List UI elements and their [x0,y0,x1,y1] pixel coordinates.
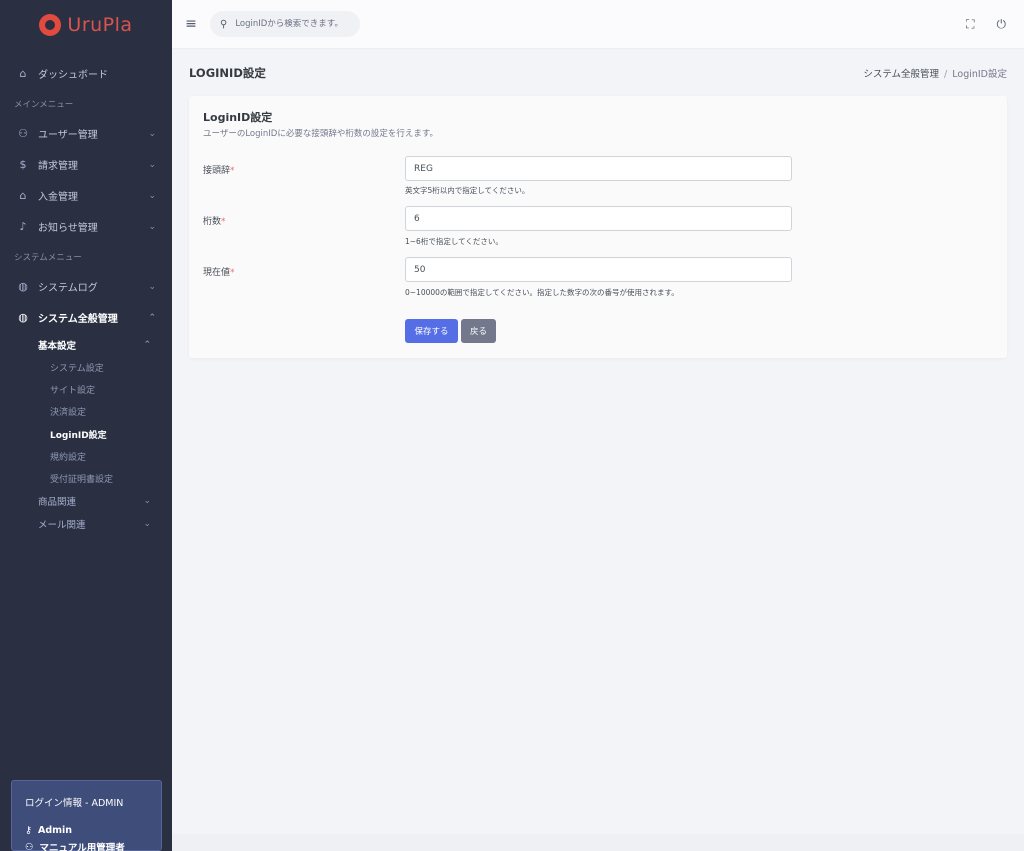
required-mark: * [221,217,226,227]
sidebar-item-payments[interactable]: ⌂ 入金管理 ⌄ [0,180,172,211]
power-icon[interactable]: ⏻ [997,17,1007,32]
bell-icon: ♪ [19,220,27,233]
digits-label: 桁数* [203,217,226,227]
brand-logo[interactable]: UruPla [0,0,172,50]
card-description: ユーザーのLoginIDに必要な接頭辞や桁数の設定を行えます。 [203,129,438,139]
sidebar-item-system-general[interactable]: ◍ システム全般管理 ⌃ [0,302,172,333]
cloud-logo-icon [39,14,62,36]
brand-name: UruPla [67,14,133,36]
sidebar-item-loginid-settings[interactable]: LoginID設定 [0,423,172,445]
home-icon: ⌂ [19,67,27,80]
login-info-title: ログイン情報 - ADMIN [25,798,124,809]
main-menu-heading: メインメニュー [14,99,74,110]
chevron-up-icon: ⌃ [148,312,156,323]
sidebar-item-notices[interactable]: ♪ お知らせ管理 ⌄ [0,211,172,242]
users-icon: ⚇ [25,841,34,851]
bank-icon: ⌂ [19,189,27,202]
login-info-panel: ログイン情報 - ADMIN ⚷ Admin ⚇ マニュアル用管理者 [11,780,162,851]
sidebar-item-terms-settings[interactable]: 規約設定 [0,445,172,467]
breadcrumb: システム全般管理 / LoginID設定 [863,66,1007,80]
sidebar-item-system-log[interactable]: ◍ システムログ ⌄ [0,271,172,302]
breadcrumb-parent[interactable]: システム全般管理 [863,69,939,80]
current-value-label: 現在値* [203,268,235,278]
required-mark: * [230,268,235,278]
sidebar-item-users[interactable]: ⚇ ユーザー管理 ⌄ [0,118,172,149]
sidebar-item-certificate-settings[interactable]: 受付証明書設定 [0,467,172,489]
loginid-settings-card: LoginID設定 ユーザーのLoginIDに必要な接頭辞や桁数の設定を行えます… [189,96,1007,358]
prefix-label: 接頭辞* [203,166,235,176]
sidebar: UruPla ⌂ ダッシュボード メインメニュー ⚇ ユーザー管理 ⌄ $ 請求… [0,0,172,851]
chevron-down-icon: ⌄ [148,221,156,232]
breadcrumb-separator: / [944,69,948,80]
chevron-down-icon: ⌄ [148,281,156,292]
search-input[interactable] [235,19,346,29]
sidebar-item-dashboard[interactable]: ⌂ ダッシュボード [0,58,172,89]
digits-help: 1~6桁で指定してください。 [405,237,503,246]
digits-input[interactable] [405,206,792,231]
back-button[interactable]: 戻る [461,319,496,343]
sidebar-item-payment-settings[interactable]: 決済設定 [0,401,172,423]
page-title: LOGINID設定 [189,66,266,80]
user-icon: ⚇ [18,127,28,140]
search-bar[interactable]: ⚲ [210,11,360,37]
chevron-down-icon: ⌄ [143,519,151,530]
system-menu-heading: システムメニュー [14,252,82,263]
current-value-help: 0~10000の範囲で指定してください。指定した数字の次の番号が使用されます。 [405,288,679,297]
chevron-down-icon: ⌄ [148,128,156,139]
footer [172,834,1024,851]
prefix-input[interactable] [405,156,792,181]
dollar-icon: $ [19,158,27,171]
hamburger-menu-icon[interactable]: ≡ [172,0,210,48]
globe-icon: ◍ [18,280,28,293]
breadcrumb-current: LoginID設定 [952,69,1007,80]
card-title: LoginID設定 [203,111,273,124]
chevron-down-icon: ⌄ [148,159,156,170]
search-icon: ⚲ [220,18,228,30]
sidebar-item-site-settings[interactable]: サイト設定 [0,378,172,400]
key-icon: ⚷ [25,825,32,836]
save-button[interactable]: 保存する [405,319,458,343]
topbar: ≡ ⚲ ⛶ ⏻ [172,0,1024,48]
sidebar-item-product-related[interactable]: 商品関連 ⌄ [0,490,172,513]
login-user-role: マニュアル用管理者 [39,843,125,851]
required-mark: * [230,166,235,176]
sidebar-item-billing[interactable]: $ 請求管理 ⌄ [0,149,172,180]
login-user-name: Admin [37,825,73,836]
sidebar-item-basic-settings[interactable]: 基本設定 ⌃ [0,333,172,356]
globe-icon: ◍ [18,311,28,324]
chevron-down-icon: ⌄ [143,496,151,507]
sidebar-item-system-settings[interactable]: システム設定 [0,356,172,378]
chevron-down-icon: ⌄ [148,190,156,201]
sidebar-item-mail-related[interactable]: メール関連 ⌄ [0,513,172,536]
chevron-up-icon: ⌃ [143,339,151,350]
current-value-input[interactable] [405,257,792,282]
fullscreen-icon[interactable]: ⛶ [966,17,974,32]
prefix-help: 英文字5桁以内で指定してください。 [405,186,530,195]
